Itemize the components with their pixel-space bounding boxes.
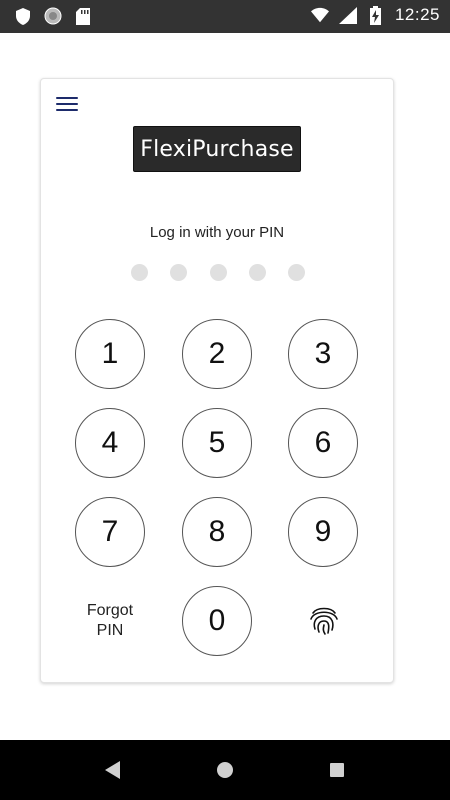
key-9[interactable]: 9	[288, 497, 358, 567]
key-2[interactable]: 2	[182, 319, 252, 389]
status-time: 12:25	[394, 5, 440, 24]
back-icon[interactable]	[102, 759, 124, 781]
nav-bar	[0, 740, 450, 800]
sd-card-icon	[74, 6, 92, 26]
status-icons-left	[14, 6, 92, 26]
login-card: FlexiPurchase Log in with your PIN 1 2 3…	[40, 78, 394, 683]
pin-keypad: 1 2 3 4 5 6 7 8 9 Forgot PIN 0	[41, 79, 393, 684]
key-4[interactable]: 4	[75, 408, 145, 478]
key-0[interactable]: 0	[182, 586, 252, 656]
home-icon[interactable]	[214, 759, 236, 781]
shield-icon	[14, 6, 32, 26]
key-1[interactable]: 1	[75, 319, 145, 389]
key-7[interactable]: 7	[75, 497, 145, 567]
key-5[interactable]: 5	[182, 408, 252, 478]
key-8[interactable]: 8	[182, 497, 252, 567]
signal-icon	[338, 5, 357, 25]
key-6[interactable]: 6	[288, 408, 358, 478]
fingerprint-icon[interactable]	[307, 603, 341, 637]
recents-icon[interactable]	[326, 759, 348, 781]
forgot-pin-button[interactable]: Forgot PIN	[75, 601, 145, 641]
wifi-icon	[310, 5, 329, 25]
key-3[interactable]: 3	[288, 319, 358, 389]
circle-icon	[44, 6, 62, 26]
status-bar: 12:25	[0, 0, 450, 33]
status-icons-right: 12:25	[310, 5, 440, 25]
battery-charging-icon	[367, 5, 385, 25]
